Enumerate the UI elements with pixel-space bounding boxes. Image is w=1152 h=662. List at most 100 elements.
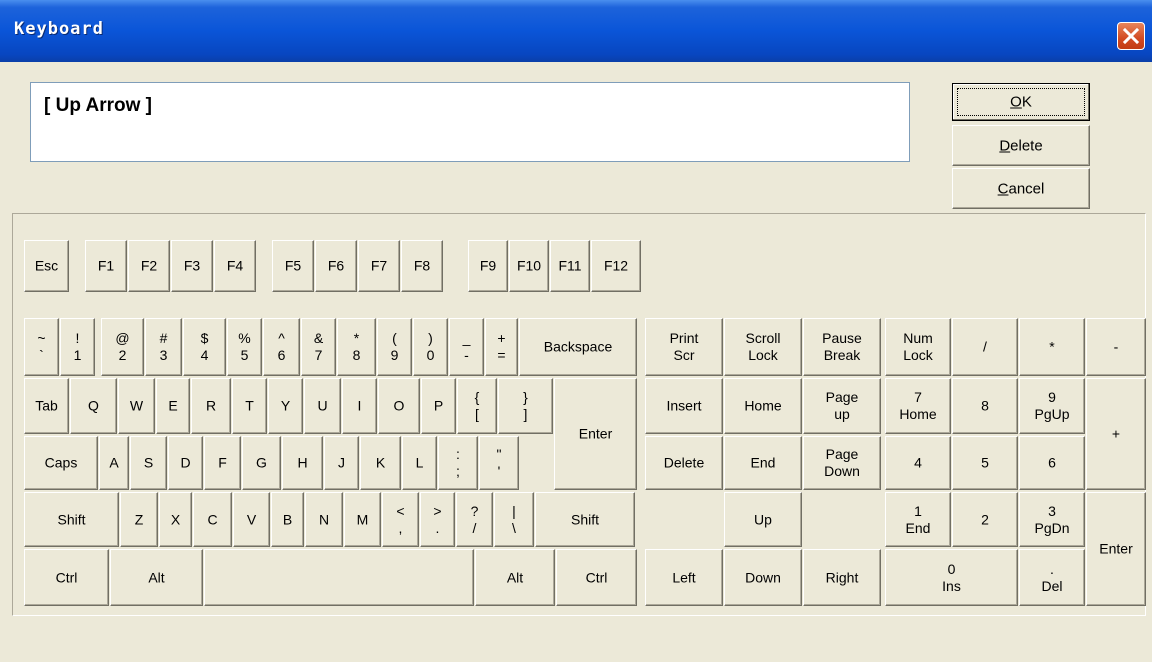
key-s[interactable]: S: [130, 436, 167, 490]
key-backslash[interactable]: | \: [494, 492, 534, 547]
key-comma[interactable]: <,: [382, 492, 419, 547]
key-up[interactable]: Up: [724, 492, 802, 547]
key-t[interactable]: T: [232, 378, 267, 434]
key-slash[interactable]: ? /: [456, 492, 493, 547]
key-right[interactable]: Right: [803, 549, 881, 606]
key-num5[interactable]: 5: [952, 436, 1018, 490]
key-1[interactable]: ! 1: [60, 318, 95, 376]
key-left[interactable]: Left: [645, 549, 723, 606]
key-0[interactable]: ) 0: [413, 318, 448, 376]
key-y[interactable]: Y: [268, 378, 303, 434]
key-b[interactable]: B: [271, 492, 304, 547]
key-period[interactable]: >.: [420, 492, 455, 547]
key-equals[interactable]: + =: [485, 318, 518, 376]
key-f4[interactable]: F4: [214, 240, 256, 292]
key-9[interactable]: (9: [377, 318, 412, 376]
key-num4[interactable]: 4: [885, 436, 951, 490]
key-ralt[interactable]: Alt: [475, 549, 555, 606]
key-down[interactable]: Down: [724, 549, 802, 606]
key-num0[interactable]: 0 Ins: [885, 549, 1018, 606]
key-rbracket[interactable]: }]: [498, 378, 553, 434]
key-q[interactable]: Q: [70, 378, 117, 434]
key-lshift[interactable]: Shift: [24, 492, 119, 547]
key-f6[interactable]: F6: [315, 240, 357, 292]
key-lalt[interactable]: Alt: [110, 549, 203, 606]
key-k[interactable]: K: [360, 436, 401, 490]
key-enter[interactable]: Enter: [554, 378, 637, 490]
key-f11[interactable]: F11: [550, 240, 590, 292]
key-numlock[interactable]: Num Lock: [885, 318, 951, 376]
key-delete[interactable]: Delete: [645, 436, 723, 490]
key-numsub[interactable]: -: [1086, 318, 1146, 376]
key-rctrl[interactable]: Ctrl: [556, 549, 637, 606]
key-numadd[interactable]: +: [1086, 378, 1146, 490]
key-space[interactable]: [204, 549, 474, 606]
key-a[interactable]: A: [99, 436, 129, 490]
key-caps[interactable]: Caps: [24, 436, 98, 490]
key-end[interactable]: End: [724, 436, 802, 490]
key-semicolon[interactable]: :;: [438, 436, 478, 490]
key-num2[interactable]: 2: [952, 492, 1018, 547]
key-pageup[interactable]: Page up: [803, 378, 881, 434]
key-d[interactable]: D: [168, 436, 203, 490]
key-p[interactable]: P: [421, 378, 456, 434]
key-backspace[interactable]: Backspace: [519, 318, 637, 376]
key-u[interactable]: U: [304, 378, 341, 434]
key-f9[interactable]: F9: [468, 240, 508, 292]
key-8[interactable]: * 8: [337, 318, 376, 376]
key-rshift[interactable]: Shift: [535, 492, 635, 547]
key-scrolllock[interactable]: Scroll Lock: [724, 318, 802, 376]
key-f7[interactable]: F7: [358, 240, 400, 292]
key-num8[interactable]: 8: [952, 378, 1018, 434]
delete-button[interactable]: Delete: [952, 125, 1090, 166]
key-pagedown[interactable]: Page Down: [803, 436, 881, 490]
key-numenter[interactable]: Enter: [1086, 492, 1146, 606]
close-button[interactable]: [1117, 22, 1145, 50]
key-h[interactable]: H: [282, 436, 323, 490]
key-home[interactable]: Home: [724, 378, 802, 434]
key-z[interactable]: Z: [120, 492, 158, 547]
key-v[interactable]: V: [233, 492, 270, 547]
key-tab[interactable]: Tab: [24, 378, 69, 434]
key-r[interactable]: R: [191, 378, 231, 434]
key-f10[interactable]: F10: [509, 240, 549, 292]
key-f1[interactable]: F1: [85, 240, 127, 292]
key-f[interactable]: F: [204, 436, 241, 490]
key-c[interactable]: C: [193, 492, 232, 547]
key-o[interactable]: O: [378, 378, 420, 434]
key-quote[interactable]: " ': [479, 436, 519, 490]
key-m[interactable]: M: [344, 492, 381, 547]
key-display-field[interactable]: [ Up Arrow ]: [30, 82, 910, 162]
key-j[interactable]: J: [324, 436, 359, 490]
key-nummul[interactable]: *: [1019, 318, 1085, 376]
key-4[interactable]: $4: [183, 318, 226, 376]
key-5[interactable]: % 5: [227, 318, 262, 376]
key-numdot[interactable]: . Del: [1019, 549, 1085, 606]
key-f12[interactable]: F12: [591, 240, 641, 292]
key-f3[interactable]: F3: [171, 240, 213, 292]
key-f8[interactable]: F8: [401, 240, 443, 292]
key-7[interactable]: & 7: [301, 318, 336, 376]
key-i[interactable]: I: [342, 378, 377, 434]
key-g[interactable]: G: [242, 436, 281, 490]
key-numdiv[interactable]: /: [952, 318, 1018, 376]
key-insert[interactable]: Insert: [645, 378, 723, 434]
key-esc[interactable]: Esc: [24, 240, 69, 292]
key-num1[interactable]: 1 End: [885, 492, 951, 547]
key-lbracket[interactable]: {[: [457, 378, 497, 434]
ok-button[interactable]: OK: [952, 83, 1090, 121]
key-f2[interactable]: F2: [128, 240, 170, 292]
key-num7[interactable]: 7 Home: [885, 378, 951, 434]
key-e[interactable]: E: [156, 378, 190, 434]
key-2[interactable]: @2: [101, 318, 144, 376]
key-num9[interactable]: 9 PgUp: [1019, 378, 1085, 434]
key-minus[interactable]: _ -: [449, 318, 484, 376]
key-num6[interactable]: 6: [1019, 436, 1085, 490]
key-l[interactable]: L: [402, 436, 437, 490]
key-num3[interactable]: 3 PgDn: [1019, 492, 1085, 547]
key-printscr[interactable]: Print Scr: [645, 318, 723, 376]
key-6[interactable]: ^ 6: [263, 318, 300, 376]
key-3[interactable]: #3: [145, 318, 182, 376]
key-f5[interactable]: F5: [272, 240, 314, 292]
key-n[interactable]: N: [305, 492, 343, 547]
